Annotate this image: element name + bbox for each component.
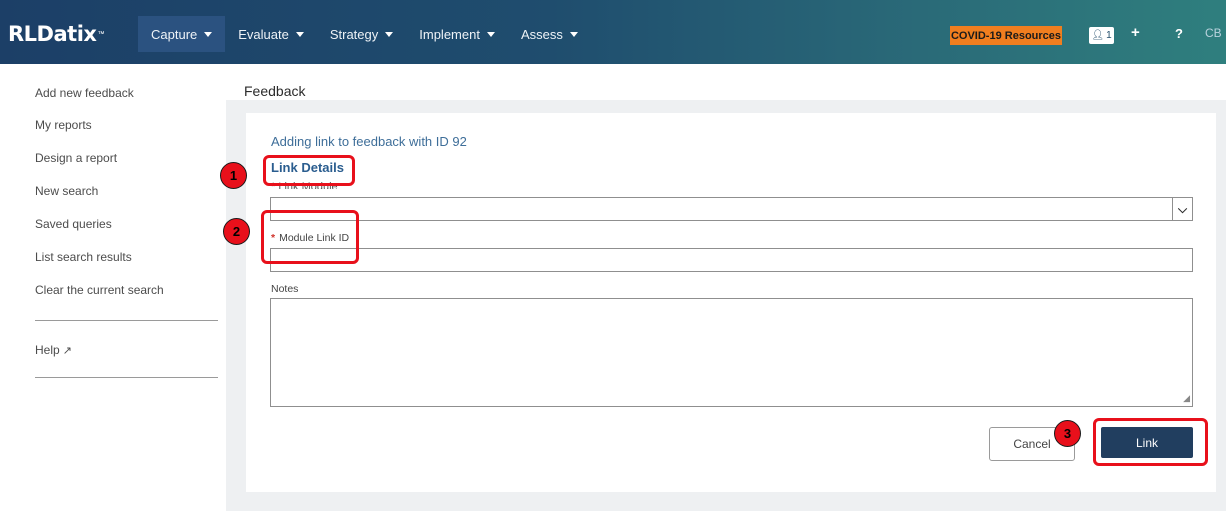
nav-capture-label: Capture — [151, 26, 198, 42]
nav-assess-label: Assess — [520, 26, 563, 42]
sidebar-divider — [35, 377, 218, 378]
caret-down-icon — [204, 31, 213, 37]
caret-down-icon — [569, 31, 578, 37]
logo-text: RLDatix — [8, 22, 97, 46]
external-link-icon: ↗ — [62, 345, 72, 357]
rldatix-logo[interactable]: RLDatix ™ — [8, 20, 104, 48]
nav-capture[interactable]: Capture — [138, 16, 226, 52]
user-initials[interactable]: CB — [1205, 26, 1222, 40]
caret-down-icon — [385, 31, 394, 37]
sidebar-item-clear-current-search[interactable]: Clear the current search — [35, 283, 164, 297]
resize-grip-icon[interactable]: ◢ — [1183, 393, 1190, 404]
nav-strategy-label: Strategy — [329, 26, 379, 42]
caret-down-icon — [486, 31, 495, 37]
module-link-id-input[interactable] — [270, 248, 1193, 272]
user-icon: 👤︎ — [1091, 30, 1105, 41]
annotation-marker-3: 3 — [1054, 420, 1081, 447]
help-label: Help — [35, 343, 60, 357]
top-header: RLDatix ™ Capture Evaluate Strategy Impl… — [0, 0, 1226, 64]
page-title: Feedback — [244, 83, 306, 99]
chevron-down-icon[interactable]: ⌵ — [1172, 198, 1192, 220]
sidebar-divider — [35, 320, 218, 321]
sidebar-item-saved-queries[interactable]: Saved queries — [35, 217, 112, 231]
nav-evaluate[interactable]: Evaluate — [225, 16, 317, 52]
user-count-badge[interactable]: 👤︎ 1 — [1089, 27, 1114, 44]
annotation-marker-1: 1 — [220, 162, 247, 189]
covid-resources-button[interactable]: COVID-19 Resources — [950, 26, 1062, 45]
nav-assess[interactable]: Assess — [508, 16, 591, 52]
user-count: 1 — [1106, 30, 1112, 41]
notes-label: Notes — [271, 283, 299, 295]
annotation-highlight-3 — [1093, 418, 1208, 466]
nav-implement[interactable]: Implement — [406, 16, 508, 52]
link-module-select[interactable]: ⌵ — [270, 197, 1193, 221]
annotation-marker-2: 2 — [223, 218, 250, 245]
add-icon[interactable]: + — [1131, 24, 1140, 41]
sidebar-item-list-search-results[interactable]: List search results — [35, 250, 132, 264]
sidebar-item-design-a-report[interactable]: Design a report — [35, 151, 117, 165]
annotation-highlight-2 — [261, 210, 359, 264]
annotation-highlight-1 — [263, 155, 355, 186]
sidebar-item-add-new-feedback[interactable]: Add new feedback — [35, 86, 134, 100]
logo-trademark: ™ — [97, 30, 105, 38]
sidebar-item-help[interactable]: Help ↗ — [35, 343, 72, 357]
nav-evaluate-label: Evaluate — [238, 26, 289, 42]
sidebar-item-my-reports[interactable]: My reports — [35, 118, 92, 132]
notes-textarea[interactable]: ◢ — [270, 298, 1193, 407]
caret-down-icon — [295, 31, 304, 37]
nav-strategy[interactable]: Strategy — [317, 16, 406, 52]
nav-implement-label: Implement — [419, 26, 480, 42]
sidebar-item-new-search[interactable]: New search — [35, 184, 98, 198]
main-nav: Capture Evaluate Strategy Implement Asse… — [138, 16, 591, 52]
form-heading: Adding link to feedback with ID 92 — [271, 134, 467, 149]
help-icon[interactable]: ? — [1175, 26, 1183, 41]
